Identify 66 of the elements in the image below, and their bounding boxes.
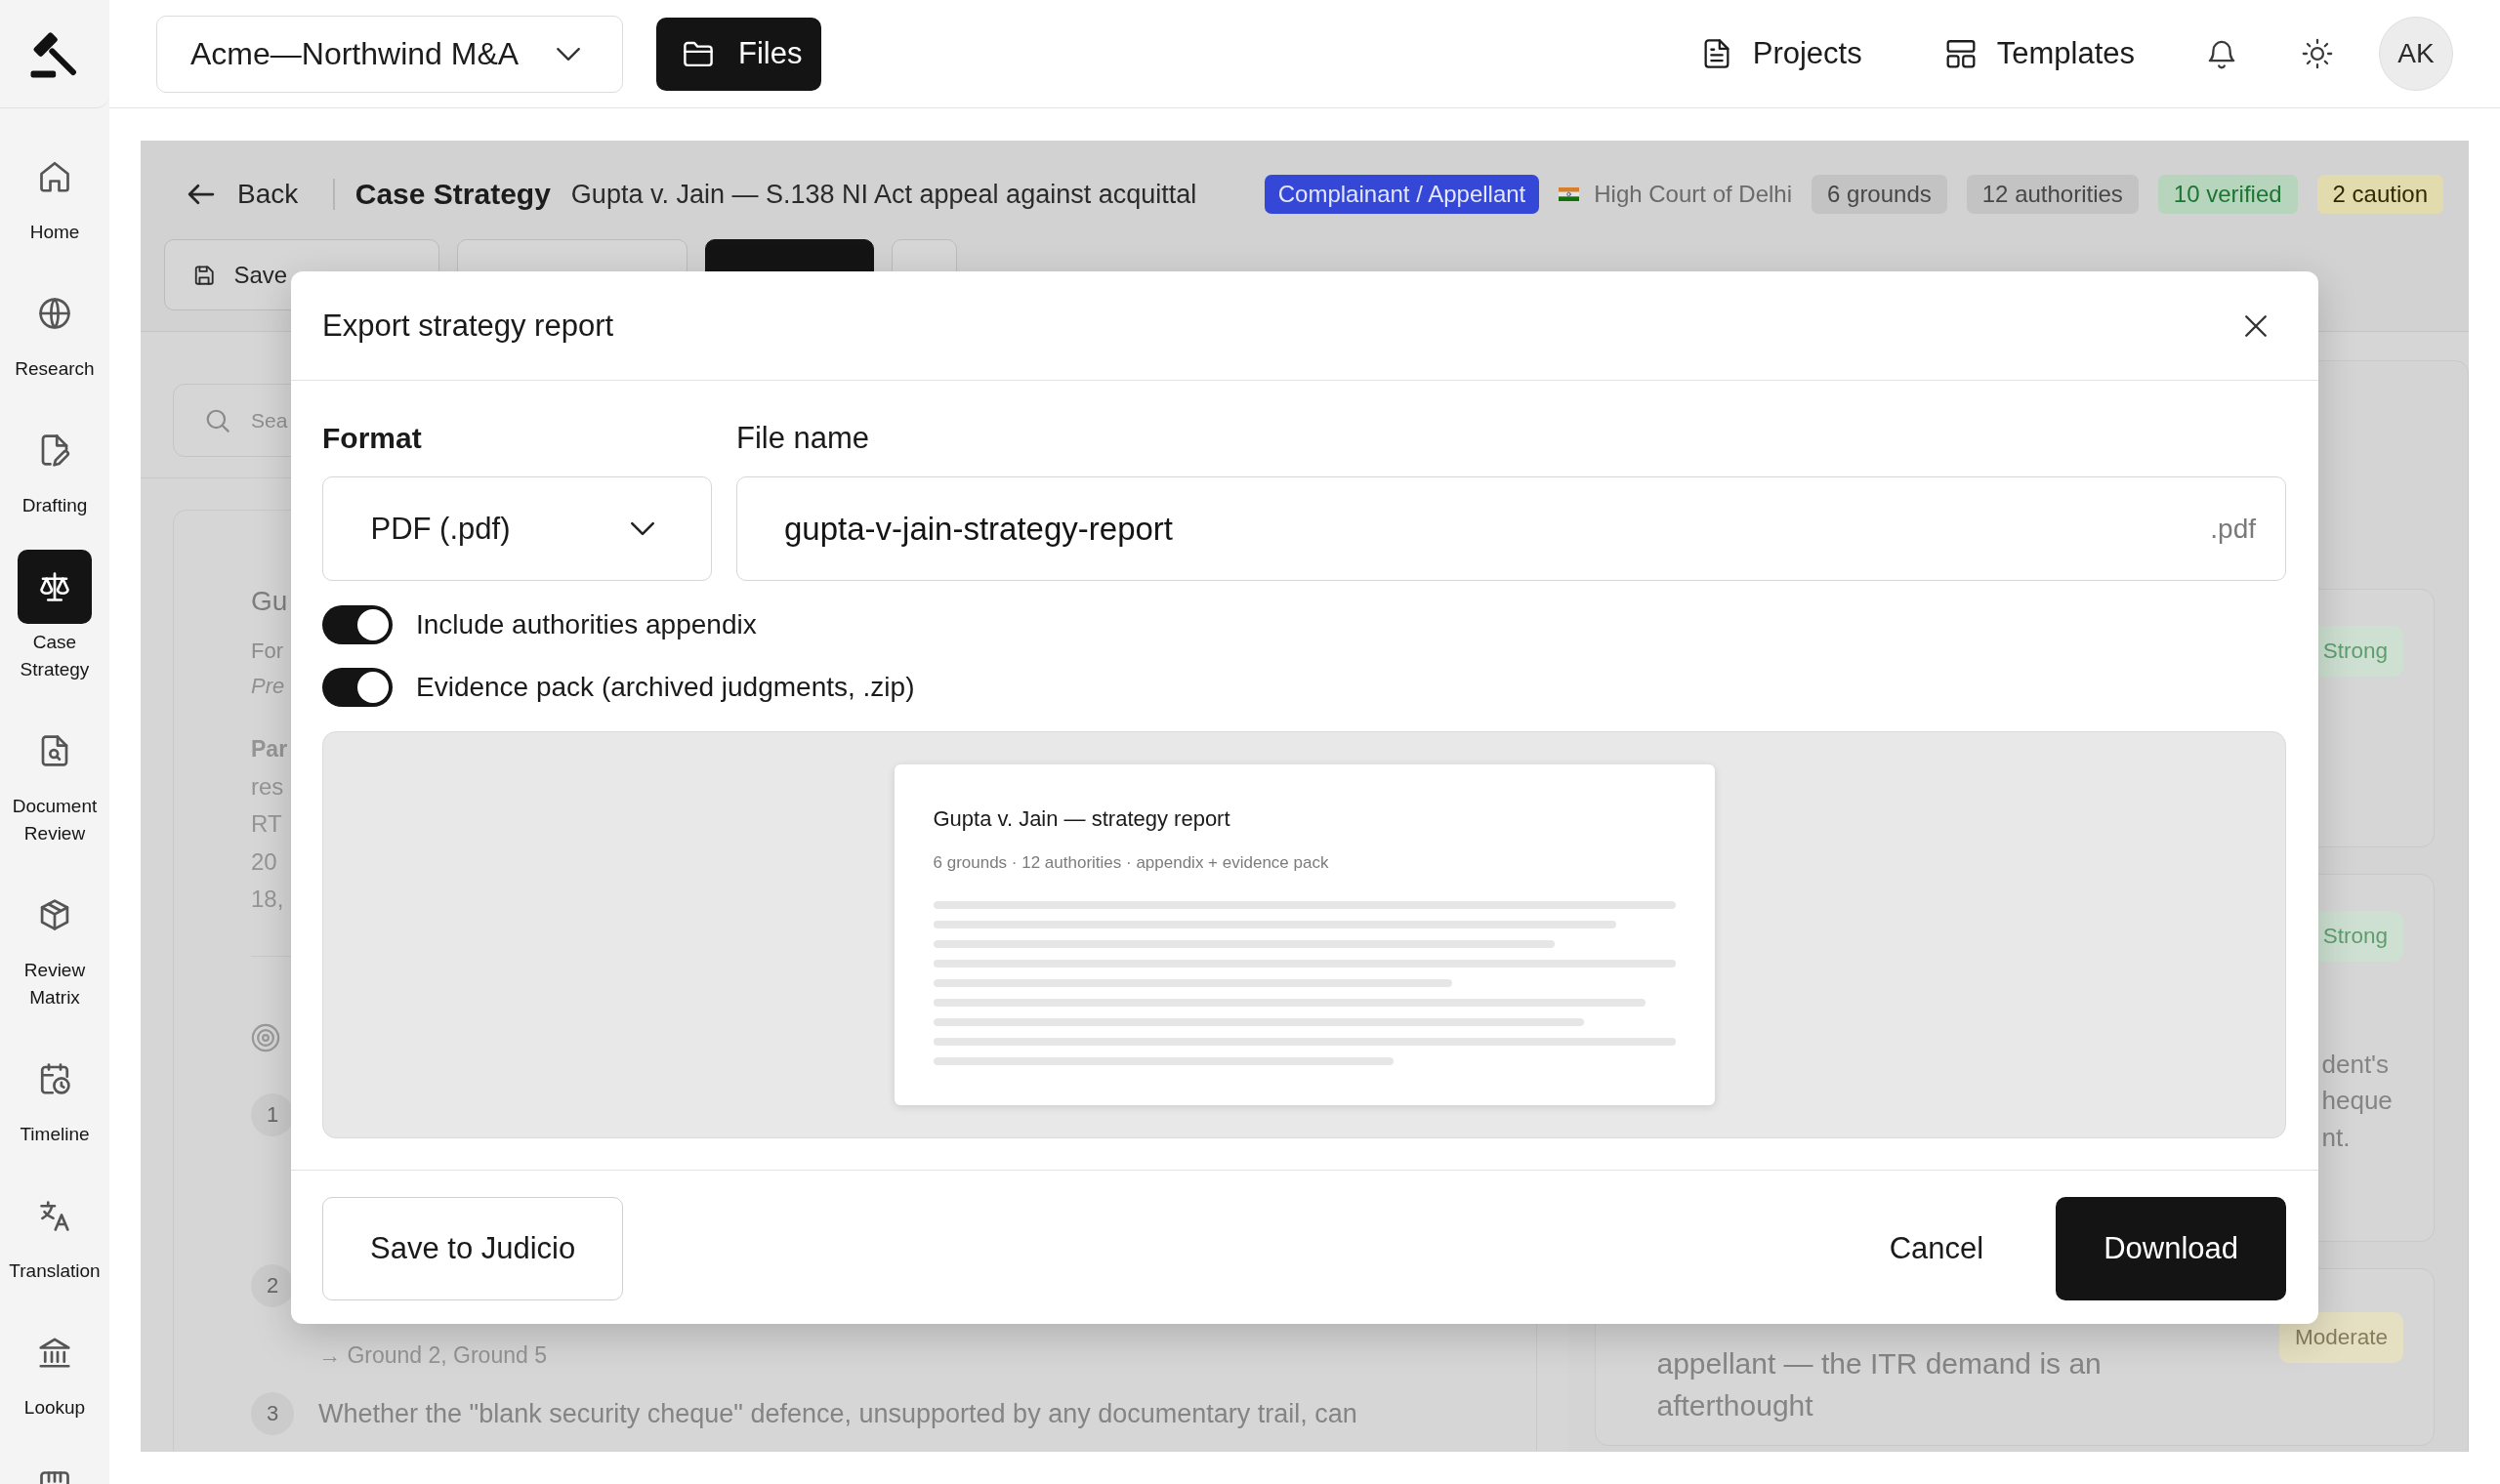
sidebar-item[interactable]: Drafting	[0, 413, 109, 519]
dialog-title: Export strategy report	[322, 308, 614, 344]
sidebar-item[interactable]: Review Matrix	[0, 878, 109, 1011]
sidebar-item[interactable]: Document Review	[0, 714, 109, 847]
card-text: RT	[251, 809, 282, 839]
preview-title: Gupta v. Jain — strategy report	[933, 805, 1230, 833]
back-button[interactable]: Back	[187, 175, 299, 214]
file-name-field[interactable]: gupta-v-jain-strategy-report .pdf	[736, 476, 2286, 581]
files-button[interactable]: Files	[656, 17, 822, 91]
sidebar-item[interactable]: Case Strategy	[0, 550, 109, 683]
card-text: res	[251, 771, 284, 802]
sidebar-item[interactable]: Timeline	[0, 1042, 109, 1148]
card-text: Pre	[251, 673, 285, 700]
stat-badge: 6 grounds	[1812, 175, 1947, 214]
case-title: Gupta v. Jain — S.138 NI Act appeal against acquittal	[570, 179, 1197, 210]
download-button[interactable]: Download	[2056, 1197, 2286, 1300]
option-label: Evidence pack (archived judgments, .zip)	[416, 672, 915, 703]
target-icon	[251, 1023, 280, 1052]
toggle-switch[interactable]	[322, 668, 393, 707]
toggle-switch[interactable]	[322, 605, 393, 644]
court-name: High Court of Delhi	[1594, 181, 1792, 208]
card-text: afterthought	[1656, 1388, 1813, 1423]
role-badge: Complainant / Appellant	[1264, 175, 1540, 214]
templates-link[interactable]: Templates	[1943, 36, 2135, 71]
save-button[interactable]: Save to Judicio	[322, 1197, 624, 1300]
card-text: nt.	[2321, 1121, 2351, 1154]
ground-references: → Ground 2, Ground 5	[318, 1341, 547, 1370]
flag-icon	[1559, 187, 1580, 201]
card-text: heque	[2321, 1085, 2393, 1117]
issue-text: Whether the "blank security cheque" defence, unsupported by any documentary trail, can	[318, 1399, 1357, 1428]
workspace-selector[interactable]: Acme—Northwind M&A	[156, 15, 623, 93]
card-heading: Gu	[251, 585, 288, 618]
issue-number: 2	[251, 1264, 294, 1307]
cancel-button[interactable]: Cancel	[1854, 1197, 2020, 1300]
stat-badge: 10 verified	[2157, 175, 2298, 214]
card-text: Par	[251, 735, 288, 763]
sidebar-item[interactable]: Lookup	[0, 1315, 109, 1422]
user-avatar[interactable]: AK	[2379, 17, 2453, 91]
format-select[interactable]: PDF (.pdf)	[322, 476, 712, 581]
projects-link[interactable]: Projects	[1699, 36, 1862, 71]
stat-badge: 2 caution	[2316, 175, 2443, 214]
sidebar-item[interactable]: Home	[0, 140, 109, 246]
field-label: Format	[322, 421, 422, 456]
card-text: 18,	[251, 885, 284, 914]
option-label: Include authorities appendix	[416, 609, 757, 640]
field-label: File name	[736, 421, 870, 456]
close-icon[interactable]	[2243, 312, 2269, 339]
page-title: Case Strategy	[354, 178, 551, 211]
stat-badge: 12 authorities	[1966, 175, 2139, 214]
file-extension: .pdf	[2210, 513, 2256, 545]
sun-icon[interactable]	[2301, 37, 2334, 70]
card-text: appellant — the ITR demand is an	[1656, 1346, 2102, 1381]
file-name-text: gupta-v-jain-strategy-report	[784, 510, 1173, 548]
preview-meta: 6 grounds · 12 authorities · appendix + evidence pack	[933, 852, 1329, 874]
search-icon	[205, 407, 230, 433]
sidebar-item[interactable]: Research	[0, 276, 109, 383]
issue-number: 3	[251, 1392, 294, 1435]
strength-badge: Moderate	[2278, 1312, 2403, 1363]
issue-number: 1	[251, 1093, 294, 1136]
chevron-down-icon	[630, 521, 655, 536]
sidebar-item[interactable]: Translation	[0, 1178, 109, 1285]
chevron-down-icon	[556, 46, 581, 62]
grid-icon	[37, 1471, 72, 1484]
card-text: 20	[251, 846, 277, 877]
card-text: For	[251, 638, 283, 665]
card-text: dent's	[2321, 1048, 2390, 1081]
